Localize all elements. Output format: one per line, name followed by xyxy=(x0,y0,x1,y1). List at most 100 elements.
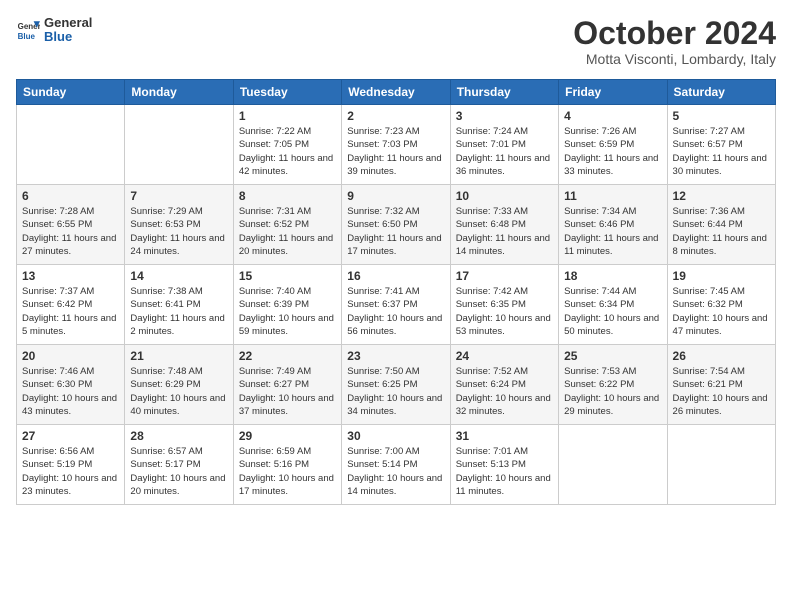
calendar-cell: 14 Sunrise: 7:38 AMSunset: 6:41 PMDaylig… xyxy=(125,265,233,345)
calendar-cell: 5 Sunrise: 7:27 AMSunset: 6:57 PMDayligh… xyxy=(667,105,775,185)
day-info: Sunrise: 7:01 AMSunset: 5:13 PMDaylight:… xyxy=(456,445,553,498)
calendar-cell: 25 Sunrise: 7:53 AMSunset: 6:22 PMDaylig… xyxy=(559,345,667,425)
day-info: Sunrise: 7:27 AMSunset: 6:57 PMDaylight:… xyxy=(673,125,770,178)
calendar-cell xyxy=(17,105,125,185)
day-info: Sunrise: 7:31 AMSunset: 6:52 PMDaylight:… xyxy=(239,205,336,258)
calendar-cell: 20 Sunrise: 7:46 AMSunset: 6:30 PMDaylig… xyxy=(17,345,125,425)
day-number: 23 xyxy=(347,349,444,363)
day-info: Sunrise: 7:37 AMSunset: 6:42 PMDaylight:… xyxy=(22,285,119,338)
day-number: 22 xyxy=(239,349,336,363)
week-row-4: 20 Sunrise: 7:46 AMSunset: 6:30 PMDaylig… xyxy=(17,345,776,425)
day-info: Sunrise: 7:45 AMSunset: 6:32 PMDaylight:… xyxy=(673,285,770,338)
week-row-5: 27 Sunrise: 6:56 AMSunset: 5:19 PMDaylig… xyxy=(17,425,776,505)
calendar-cell: 29 Sunrise: 6:59 AMSunset: 5:16 PMDaylig… xyxy=(233,425,341,505)
header-row: SundayMondayTuesdayWednesdayThursdayFrid… xyxy=(17,80,776,105)
day-number: 27 xyxy=(22,429,119,443)
day-info: Sunrise: 7:53 AMSunset: 6:22 PMDaylight:… xyxy=(564,365,661,418)
day-info: Sunrise: 7:50 AMSunset: 6:25 PMDaylight:… xyxy=(347,365,444,418)
logo-line2: Blue xyxy=(44,30,92,44)
day-info: Sunrise: 7:24 AMSunset: 7:01 PMDaylight:… xyxy=(456,125,553,178)
calendar-cell: 12 Sunrise: 7:36 AMSunset: 6:44 PMDaylig… xyxy=(667,185,775,265)
header-day-tuesday: Tuesday xyxy=(233,80,341,105)
week-row-2: 6 Sunrise: 7:28 AMSunset: 6:55 PMDayligh… xyxy=(17,185,776,265)
calendar-cell: 15 Sunrise: 7:40 AMSunset: 6:39 PMDaylig… xyxy=(233,265,341,345)
day-number: 8 xyxy=(239,189,336,203)
day-info: Sunrise: 7:41 AMSunset: 6:37 PMDaylight:… xyxy=(347,285,444,338)
day-number: 4 xyxy=(564,109,661,123)
day-number: 25 xyxy=(564,349,661,363)
calendar-cell: 23 Sunrise: 7:50 AMSunset: 6:25 PMDaylig… xyxy=(342,345,450,425)
day-info: Sunrise: 6:59 AMSunset: 5:16 PMDaylight:… xyxy=(239,445,336,498)
calendar-cell: 21 Sunrise: 7:48 AMSunset: 6:29 PMDaylig… xyxy=(125,345,233,425)
calendar-cell: 28 Sunrise: 6:57 AMSunset: 5:17 PMDaylig… xyxy=(125,425,233,505)
calendar-cell: 18 Sunrise: 7:44 AMSunset: 6:34 PMDaylig… xyxy=(559,265,667,345)
day-info: Sunrise: 7:22 AMSunset: 7:05 PMDaylight:… xyxy=(239,125,336,178)
day-number: 31 xyxy=(456,429,553,443)
day-number: 12 xyxy=(673,189,770,203)
calendar-cell: 13 Sunrise: 7:37 AMSunset: 6:42 PMDaylig… xyxy=(17,265,125,345)
calendar-cell: 31 Sunrise: 7:01 AMSunset: 5:13 PMDaylig… xyxy=(450,425,558,505)
calendar-cell: 11 Sunrise: 7:34 AMSunset: 6:46 PMDaylig… xyxy=(559,185,667,265)
calendar-cell xyxy=(667,425,775,505)
header-day-friday: Friday xyxy=(559,80,667,105)
day-info: Sunrise: 7:44 AMSunset: 6:34 PMDaylight:… xyxy=(564,285,661,338)
calendar-cell: 26 Sunrise: 7:54 AMSunset: 6:21 PMDaylig… xyxy=(667,345,775,425)
day-info: Sunrise: 7:29 AMSunset: 6:53 PMDaylight:… xyxy=(130,205,227,258)
day-number: 14 xyxy=(130,269,227,283)
location-subtitle: Motta Visconti, Lombardy, Italy xyxy=(573,51,776,67)
day-number: 3 xyxy=(456,109,553,123)
day-number: 15 xyxy=(239,269,336,283)
title-section: October 2024 Motta Visconti, Lombardy, I… xyxy=(573,16,776,67)
day-info: Sunrise: 7:26 AMSunset: 6:59 PMDaylight:… xyxy=(564,125,661,178)
day-info: Sunrise: 7:32 AMSunset: 6:50 PMDaylight:… xyxy=(347,205,444,258)
day-info: Sunrise: 7:00 AMSunset: 5:14 PMDaylight:… xyxy=(347,445,444,498)
calendar-cell: 10 Sunrise: 7:33 AMSunset: 6:48 PMDaylig… xyxy=(450,185,558,265)
day-number: 16 xyxy=(347,269,444,283)
day-number: 5 xyxy=(673,109,770,123)
calendar-cell: 8 Sunrise: 7:31 AMSunset: 6:52 PMDayligh… xyxy=(233,185,341,265)
day-number: 24 xyxy=(456,349,553,363)
calendar-cell: 2 Sunrise: 7:23 AMSunset: 7:03 PMDayligh… xyxy=(342,105,450,185)
day-number: 29 xyxy=(239,429,336,443)
calendar-cell: 30 Sunrise: 7:00 AMSunset: 5:14 PMDaylig… xyxy=(342,425,450,505)
header-day-sunday: Sunday xyxy=(17,80,125,105)
calendar-cell: 22 Sunrise: 7:49 AMSunset: 6:27 PMDaylig… xyxy=(233,345,341,425)
day-number: 6 xyxy=(22,189,119,203)
header-day-monday: Monday xyxy=(125,80,233,105)
svg-text:Blue: Blue xyxy=(18,32,36,41)
calendar-cell: 9 Sunrise: 7:32 AMSunset: 6:50 PMDayligh… xyxy=(342,185,450,265)
week-row-3: 13 Sunrise: 7:37 AMSunset: 6:42 PMDaylig… xyxy=(17,265,776,345)
day-number: 13 xyxy=(22,269,119,283)
calendar-cell: 19 Sunrise: 7:45 AMSunset: 6:32 PMDaylig… xyxy=(667,265,775,345)
day-number: 21 xyxy=(130,349,227,363)
calendar-cell: 17 Sunrise: 7:42 AMSunset: 6:35 PMDaylig… xyxy=(450,265,558,345)
calendar-cell: 6 Sunrise: 7:28 AMSunset: 6:55 PMDayligh… xyxy=(17,185,125,265)
day-info: Sunrise: 6:57 AMSunset: 5:17 PMDaylight:… xyxy=(130,445,227,498)
calendar-cell: 24 Sunrise: 7:52 AMSunset: 6:24 PMDaylig… xyxy=(450,345,558,425)
day-info: Sunrise: 7:38 AMSunset: 6:41 PMDaylight:… xyxy=(130,285,227,338)
day-number: 1 xyxy=(239,109,336,123)
day-info: Sunrise: 7:48 AMSunset: 6:29 PMDaylight:… xyxy=(130,365,227,418)
day-info: Sunrise: 7:28 AMSunset: 6:55 PMDaylight:… xyxy=(22,205,119,258)
calendar-cell xyxy=(559,425,667,505)
day-info: Sunrise: 7:23 AMSunset: 7:03 PMDaylight:… xyxy=(347,125,444,178)
day-info: Sunrise: 7:36 AMSunset: 6:44 PMDaylight:… xyxy=(673,205,770,258)
logo-line1: General xyxy=(44,16,92,30)
week-row-1: 1 Sunrise: 7:22 AMSunset: 7:05 PMDayligh… xyxy=(17,105,776,185)
day-number: 2 xyxy=(347,109,444,123)
day-info: Sunrise: 7:33 AMSunset: 6:48 PMDaylight:… xyxy=(456,205,553,258)
calendar-cell: 16 Sunrise: 7:41 AMSunset: 6:37 PMDaylig… xyxy=(342,265,450,345)
logo: General Blue General Blue xyxy=(16,16,92,45)
day-number: 11 xyxy=(564,189,661,203)
calendar-cell: 27 Sunrise: 6:56 AMSunset: 5:19 PMDaylig… xyxy=(17,425,125,505)
calendar-cell: 3 Sunrise: 7:24 AMSunset: 7:01 PMDayligh… xyxy=(450,105,558,185)
day-number: 26 xyxy=(673,349,770,363)
header-day-saturday: Saturday xyxy=(667,80,775,105)
day-info: Sunrise: 7:52 AMSunset: 6:24 PMDaylight:… xyxy=(456,365,553,418)
day-number: 17 xyxy=(456,269,553,283)
day-number: 19 xyxy=(673,269,770,283)
day-number: 20 xyxy=(22,349,119,363)
day-info: Sunrise: 7:40 AMSunset: 6:39 PMDaylight:… xyxy=(239,285,336,338)
calendar-cell xyxy=(125,105,233,185)
day-number: 18 xyxy=(564,269,661,283)
